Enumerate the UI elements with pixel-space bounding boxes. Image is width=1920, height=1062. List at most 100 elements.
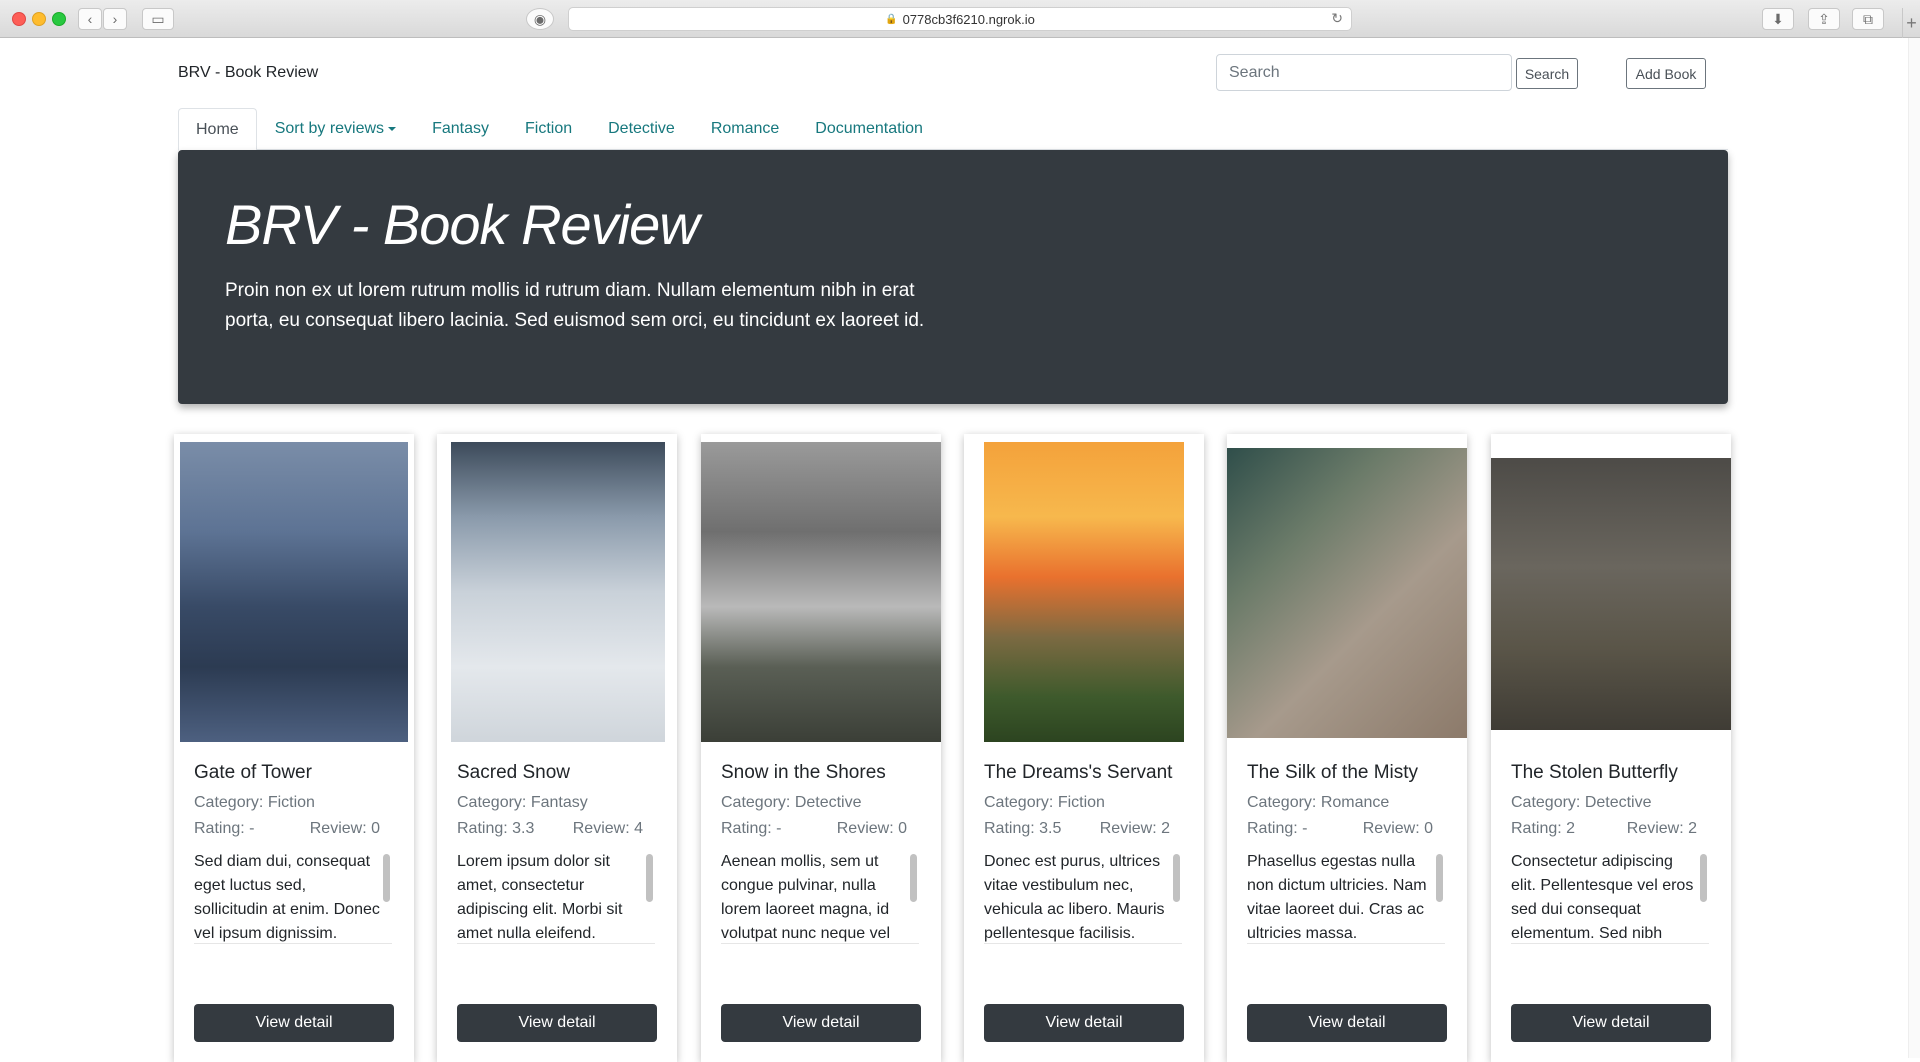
- book-cards: Gate of Tower Category: Fiction Rating: …: [174, 434, 1732, 1062]
- view-detail-button[interactable]: View detail: [721, 1004, 921, 1042]
- sidebar-icon[interactable]: ▭: [142, 8, 174, 30]
- book-description-text: Phasellus egestas nulla non dictum ultri…: [1247, 853, 1427, 942]
- book-review-count: Review: 0: [1362, 820, 1433, 837]
- browser-toolbar: ‹ › ▭ ◉ 🔒 0778cb3f6210.ngrok.io ↻ ⬇ ⇪ ⧉ …: [0, 0, 1920, 38]
- book-cover-image[interactable]: [984, 442, 1184, 742]
- book-card: The Dreams's Servant Category: Fiction R…: [964, 434, 1204, 1062]
- description-scrollbar[interactable]: [646, 854, 653, 902]
- tab-home[interactable]: Home: [178, 108, 257, 151]
- book-card: Snow in the Shores Category: Detective R…: [701, 434, 941, 1062]
- book-rating: Rating: -: [721, 820, 782, 837]
- tab-documentation[interactable]: Documentation: [797, 108, 941, 150]
- zoom-window-button[interactable]: [52, 12, 66, 26]
- view-detail-button[interactable]: View detail: [1247, 1004, 1447, 1042]
- tab-label: Fiction: [524, 120, 573, 137]
- book-description[interactable]: Sed diam dui, consequat eget luctus sed,…: [194, 850, 392, 944]
- view-detail-button[interactable]: View detail: [194, 1004, 394, 1042]
- book-title: The Dreams's Servant: [984, 762, 1173, 783]
- tab-label: Fantasy: [432, 120, 489, 137]
- tab-fiction[interactable]: Fiction: [507, 108, 590, 150]
- book-description[interactable]: Consectetur adipiscing elit. Pellentesqu…: [1511, 850, 1709, 944]
- book-review-count: Review: 2: [1626, 820, 1697, 837]
- book-title: The Stolen Butterfly: [1511, 762, 1678, 783]
- book-card: Gate of Tower Category: Fiction Rating: …: [174, 434, 414, 1062]
- tab-sort-by-reviews[interactable]: Sort by reviews: [257, 108, 414, 150]
- book-description[interactable]: Phasellus egestas nulla non dictum ultri…: [1247, 850, 1445, 944]
- description-scrollbar[interactable]: [910, 854, 917, 902]
- tab-label: Detective: [608, 120, 675, 137]
- navbar-brand[interactable]: BRV - Book Review: [178, 64, 318, 82]
- book-rating: Rating: 3.5: [984, 820, 1062, 837]
- jumbotron-title: BRV - Book Review: [225, 193, 700, 256]
- description-scrollbar[interactable]: [1700, 854, 1707, 902]
- book-description-text: Sed diam dui, consequat eget luctus sed,…: [194, 853, 380, 942]
- view-detail-button[interactable]: View detail: [984, 1004, 1184, 1042]
- book-title: Sacred Snow: [457, 762, 571, 783]
- book-category: Category: Detective: [721, 794, 862, 811]
- book-cover-image[interactable]: [1491, 458, 1731, 730]
- book-description-text: Consectetur adipiscing elit. Pellentesqu…: [1511, 853, 1694, 942]
- extension-icon[interactable]: ◉: [526, 8, 554, 30]
- minimize-window-button[interactable]: [32, 12, 46, 26]
- book-category: Category: Fiction: [194, 794, 315, 811]
- page: BRV - Book Review Search Add Book Home S…: [0, 38, 1908, 1062]
- tab-label: Sort by reviews: [274, 120, 385, 137]
- book-cover-image[interactable]: [180, 442, 408, 742]
- book-description[interactable]: Lorem ipsum dolor sit amet, consectetur …: [457, 850, 655, 944]
- tab-label: Romance: [710, 120, 780, 137]
- book-title: Gate of Tower: [194, 762, 312, 783]
- book-rating: Rating: -: [194, 820, 255, 837]
- description-scrollbar[interactable]: [383, 854, 390, 902]
- book-review-count: Review: 4: [572, 820, 643, 837]
- book-review-count: Review: 2: [1099, 820, 1170, 837]
- book-card: The Stolen Butterfly Category: Detective…: [1491, 434, 1731, 1062]
- view-detail-button[interactable]: View detail: [457, 1004, 657, 1042]
- download-icon[interactable]: ⬇: [1762, 8, 1794, 30]
- jumbotron-text: Proin non ex ut lorem rutrum mollis id r…: [225, 279, 925, 331]
- search-button[interactable]: Search: [1516, 58, 1578, 89]
- book-description-text: Donec est purus, ultrices vitae vestibul…: [984, 853, 1165, 942]
- category-tabs: Home Sort by reviews Fantasy Fiction Det…: [178, 108, 1728, 151]
- jumbotron: BRV - Book Review Proin non ex ut lorem …: [178, 150, 1728, 404]
- reload-icon[interactable]: ↻: [1331, 10, 1343, 27]
- book-rating: Rating: 3.3: [457, 820, 535, 837]
- search-input[interactable]: [1216, 54, 1512, 91]
- view-detail-button[interactable]: View detail: [1511, 1004, 1711, 1042]
- tab-detective[interactable]: Detective: [590, 108, 693, 150]
- url-text: 0778cb3f6210.ngrok.io: [902, 11, 1035, 27]
- lock-icon: 🔒: [885, 13, 898, 25]
- book-title: The Silk of the Misty: [1247, 762, 1419, 783]
- back-icon[interactable]: ‹: [78, 8, 102, 30]
- tab-label: Documentation: [815, 120, 923, 137]
- book-title: Snow in the Shores: [721, 762, 886, 783]
- book-category: Category: Fantasy: [457, 794, 588, 811]
- forward-icon[interactable]: ›: [103, 8, 127, 30]
- add-book-button[interactable]: Add Book: [1626, 58, 1706, 89]
- tab-fantasy[interactable]: Fantasy: [414, 108, 507, 150]
- book-review-count: Review: 0: [309, 820, 380, 837]
- tab-romance[interactable]: Romance: [693, 108, 797, 150]
- book-description[interactable]: Donec est purus, ultrices vitae vestibul…: [984, 850, 1182, 944]
- share-icon[interactable]: ⇪: [1808, 8, 1840, 30]
- close-window-button[interactable]: [12, 12, 26, 26]
- caret-down-icon: [388, 127, 397, 131]
- description-scrollbar[interactable]: [1436, 854, 1443, 902]
- description-scrollbar[interactable]: [1173, 854, 1180, 902]
- book-description-text: Lorem ipsum dolor sit amet, consectetur …: [457, 853, 623, 942]
- book-category: Category: Detective: [1511, 794, 1652, 811]
- book-category: Category: Fiction: [984, 794, 1105, 811]
- book-review-count: Review: 0: [836, 820, 907, 837]
- address-bar[interactable]: 🔒 0778cb3f6210.ngrok.io ↻: [568, 7, 1352, 31]
- tab-label: Home: [196, 120, 239, 138]
- book-cover-image[interactable]: [1227, 448, 1467, 738]
- book-cover-image[interactable]: [451, 442, 665, 742]
- page-scrollbar[interactable]: [1908, 38, 1920, 1058]
- tabs-overview-icon[interactable]: ⧉: [1852, 8, 1884, 30]
- book-description-text: Aenean mollis, sem ut congue pulvinar, n…: [721, 853, 891, 942]
- book-category: Category: Romance: [1247, 794, 1390, 811]
- book-rating: Rating: -: [1247, 820, 1308, 837]
- book-description[interactable]: Aenean mollis, sem ut congue pulvinar, n…: [721, 850, 919, 944]
- new-tab-icon[interactable]: +: [1902, 8, 1920, 38]
- book-cover-image[interactable]: [701, 442, 941, 742]
- book-card: Sacred Snow Category: Fantasy Rating: 3.…: [437, 434, 677, 1062]
